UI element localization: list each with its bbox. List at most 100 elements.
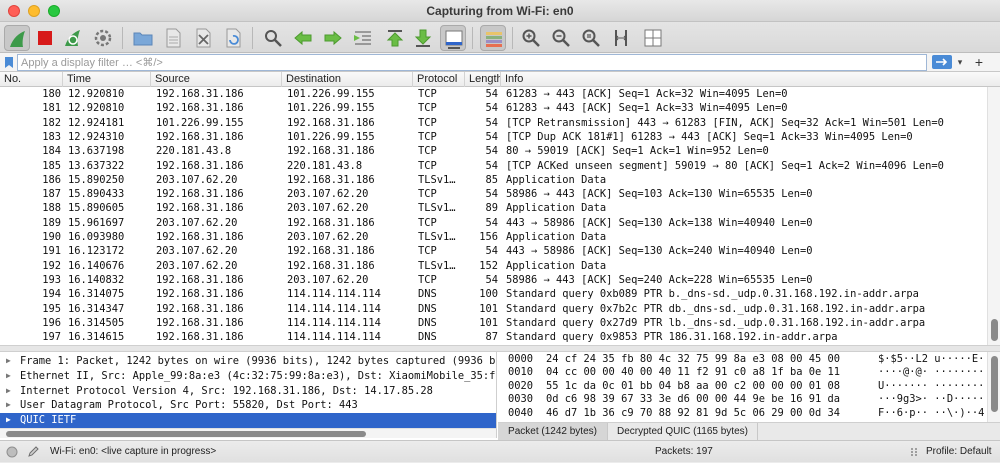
resize-columns-button[interactable] [608, 25, 634, 51]
bookmark-icon[interactable] [2, 55, 16, 70]
packet-info: Application Data [506, 259, 607, 272]
tab-decrypted-quic[interactable]: Decrypted QUIC (1165 bytes) [608, 423, 758, 441]
expand-triangle-icon[interactable]: ▶ [6, 384, 16, 399]
add-filter-button[interactable]: + [970, 53, 988, 71]
go-forward-icon [324, 30, 342, 46]
hex-bytes[interactable]: 24 cf 24 35 fb 80 4c 32 75 99 8a e3 08 0… [546, 353, 840, 366]
hex-bytes[interactable]: 0d c6 98 39 67 33 3e d6 00 00 44 9e be 1… [546, 393, 840, 406]
save-file-icon [166, 28, 181, 48]
hex-bytes[interactable]: 55 1c da 0c 01 bb 04 b8 aa 00 c2 00 00 0… [546, 380, 840, 393]
colorize-button[interactable] [480, 25, 506, 51]
status-bar: Wi-Fi: en0: <live capture in progress> P… [0, 440, 1000, 462]
hex-row: 0040 46 d7 1b 36 c9 70 88 92 81 9d 5c 06 … [498, 407, 987, 420]
packet-row[interactable]: 196 16.314505 192.168.31.186 114.114.114.11… [0, 316, 987, 330]
capture-options-button[interactable] [90, 25, 116, 51]
packet-row[interactable]: 197 16.314615 192.168.31.186 114.114.114.11… [0, 330, 987, 344]
packet-row[interactable]: 181 12.920810 192.168.31.186 101.226.99.155… [0, 101, 987, 115]
display-filter-input[interactable] [17, 54, 927, 71]
packet-list-scrollbar[interactable] [987, 87, 1000, 345]
packet-time: 16.314615 [68, 331, 125, 344]
packet-row[interactable]: 189 15.961697 203.107.62.20 192.168.31.186 T… [0, 216, 987, 230]
go-back-button[interactable] [290, 25, 316, 51]
packet-row[interactable]: 186 15.890250 203.107.62.20 192.168.31.186 T… [0, 173, 987, 187]
detail-tree-item[interactable]: ▶ Ethernet II, Src: Apple_99:8a:e3 (4c:32… [0, 369, 496, 384]
expand-triangle-icon[interactable]: ▶ [6, 369, 16, 384]
zoom-out-button[interactable] [548, 25, 574, 51]
packet-row[interactable]: 184 13.637198 220.181.43.8 192.168.31.186 TC… [0, 144, 987, 158]
column-header-source[interactable]: Source [151, 72, 282, 87]
detail-tree-item[interactable]: ▶ User Datagram Protocol, Src Port: 55820… [0, 398, 496, 413]
packet-row[interactable]: 195 16.314347 192.168.31.186 114.114.114.11… [0, 302, 987, 316]
packet-no: 191 [42, 245, 61, 258]
packet-info: 58986 → 443 [ACK] Seq=103 Ack=130 Win=65… [506, 188, 813, 201]
packet-row[interactable]: 185 13.637322 192.168.31.186 220.181.43.8 TC… [0, 159, 987, 173]
scrollbar-thumb[interactable] [991, 319, 998, 341]
expand-triangle-icon[interactable]: ▶ [6, 398, 16, 413]
bytes-scrollbar[interactable] [987, 352, 1000, 422]
expand-triangle-icon[interactable]: ▶ [6, 354, 16, 369]
open-file-button[interactable] [130, 25, 156, 51]
column-header-info[interactable]: Info [501, 72, 1000, 87]
scrollbar-thumb[interactable] [991, 356, 998, 412]
column-header-length[interactable]: Length [465, 72, 501, 87]
hex-ascii[interactable]: ···9g3>· ··D····· [878, 393, 984, 406]
packet-protocol: TCP [418, 245, 437, 258]
go-first-button[interactable] [382, 25, 408, 51]
start-capture-button[interactable] [4, 25, 30, 51]
column-header-no[interactable]: No. [0, 72, 63, 87]
hex-bytes[interactable]: 04 cc 00 00 40 00 40 11 f2 91 c0 a8 1f b… [546, 366, 840, 379]
packet-row[interactable]: 192 16.140676 203.107.62.20 192.168.31.186 T… [0, 259, 987, 273]
reload-file-button[interactable] [220, 25, 246, 51]
detail-tree-item[interactable]: ▶ Internet Protocol Version 4, Src: 192.1… [0, 384, 496, 399]
profile-selector[interactable]: Profile: Default [926, 441, 992, 463]
packet-source: 203.107.62.20 [156, 259, 238, 272]
tab-packet-bytes[interactable]: Packet (1242 bytes) [498, 423, 608, 441]
go-to-packet-button[interactable] [350, 25, 376, 51]
packet-row[interactable]: 187 15.890433 192.168.31.186 203.107.62.20 T… [0, 187, 987, 201]
packet-protocol: TLSv1… [418, 231, 456, 243]
packet-destination: 101.226.99.155 [287, 102, 375, 115]
layout-button[interactable] [640, 25, 666, 51]
go-last-button[interactable] [410, 25, 436, 51]
toolbar-separator [472, 27, 473, 49]
close-file-button[interactable] [190, 25, 216, 51]
hex-ascii[interactable]: ····@·@· ········ [878, 366, 984, 379]
packet-row[interactable]: 193 16.140832 192.168.31.186 203.107.62.20 T… [0, 273, 987, 287]
auto-scroll-button[interactable] [440, 25, 466, 51]
save-file-button[interactable] [160, 25, 186, 51]
stop-capture-button[interactable] [32, 25, 58, 51]
column-header-time[interactable]: Time [63, 72, 151, 87]
expert-info-icon[interactable] [6, 446, 18, 458]
packet-no: 188 [42, 202, 61, 215]
column-header-destination[interactable]: Destination [282, 72, 413, 87]
packet-time: 13.637198 [68, 145, 125, 158]
pane-splitter[interactable] [0, 345, 1000, 352]
details-horizontal-scrollbar[interactable] [0, 428, 497, 438]
zoom-normal-button[interactable] [578, 25, 604, 51]
packet-row[interactable]: 182 12.924181 101.226.99.155 192.168.31.186… [0, 116, 987, 130]
packet-row[interactable]: 191 16.123172 203.107.62.20 192.168.31.186 T… [0, 244, 987, 258]
restart-capture-button[interactable] [60, 25, 86, 51]
packet-row[interactable]: 194 16.314075 192.168.31.186 114.114.114.11… [0, 287, 987, 301]
hex-ascii[interactable]: F··6·p·· ··\·)··4 [878, 407, 984, 420]
hex-bytes[interactable]: 46 d7 1b 36 c9 70 88 92 81 9d 5c 06 29 0… [546, 407, 840, 420]
packet-row[interactable]: 190 16.093980 192.168.31.186 203.107.62.20 T… [0, 230, 987, 244]
scrollbar-thumb[interactable] [6, 431, 366, 437]
packet-row[interactable]: 183 12.924310 192.168.31.186 101.226.99.155… [0, 130, 987, 144]
edit-comment-icon[interactable] [26, 445, 40, 459]
window-title: Capturing from Wi-Fi: en0 [426, 4, 574, 18]
find-packet-button[interactable] [260, 25, 286, 51]
zoom-in-button[interactable] [518, 25, 544, 51]
detail-tree-item[interactable]: ▶ Frame 1: Packet, 1242 bytes on wire (99… [0, 354, 496, 369]
filter-history-dropdown[interactable]: ▾ [954, 55, 966, 69]
column-header-protocol[interactable]: Protocol [413, 72, 465, 87]
hex-ascii[interactable]: U······· ········ [878, 380, 984, 393]
go-forward-button[interactable] [320, 25, 346, 51]
wireshark-window: Capturing from Wi-Fi: en0 Apply a displa… [0, 0, 1000, 462]
hex-ascii[interactable]: $·$5··L2 u·····E· [878, 353, 984, 366]
packet-row[interactable]: 180 12.920810 192.168.31.186 101.226.99.155… [0, 87, 987, 101]
apply-filter-button[interactable] [932, 55, 952, 69]
expand-triangle-icon[interactable]: ▶ [6, 413, 16, 428]
detail-tree-item[interactable]: ▶ QUIC IETF [0, 413, 496, 428]
packet-row[interactable]: 188 15.890605 192.168.31.186 203.107.62.20 T… [0, 201, 987, 215]
